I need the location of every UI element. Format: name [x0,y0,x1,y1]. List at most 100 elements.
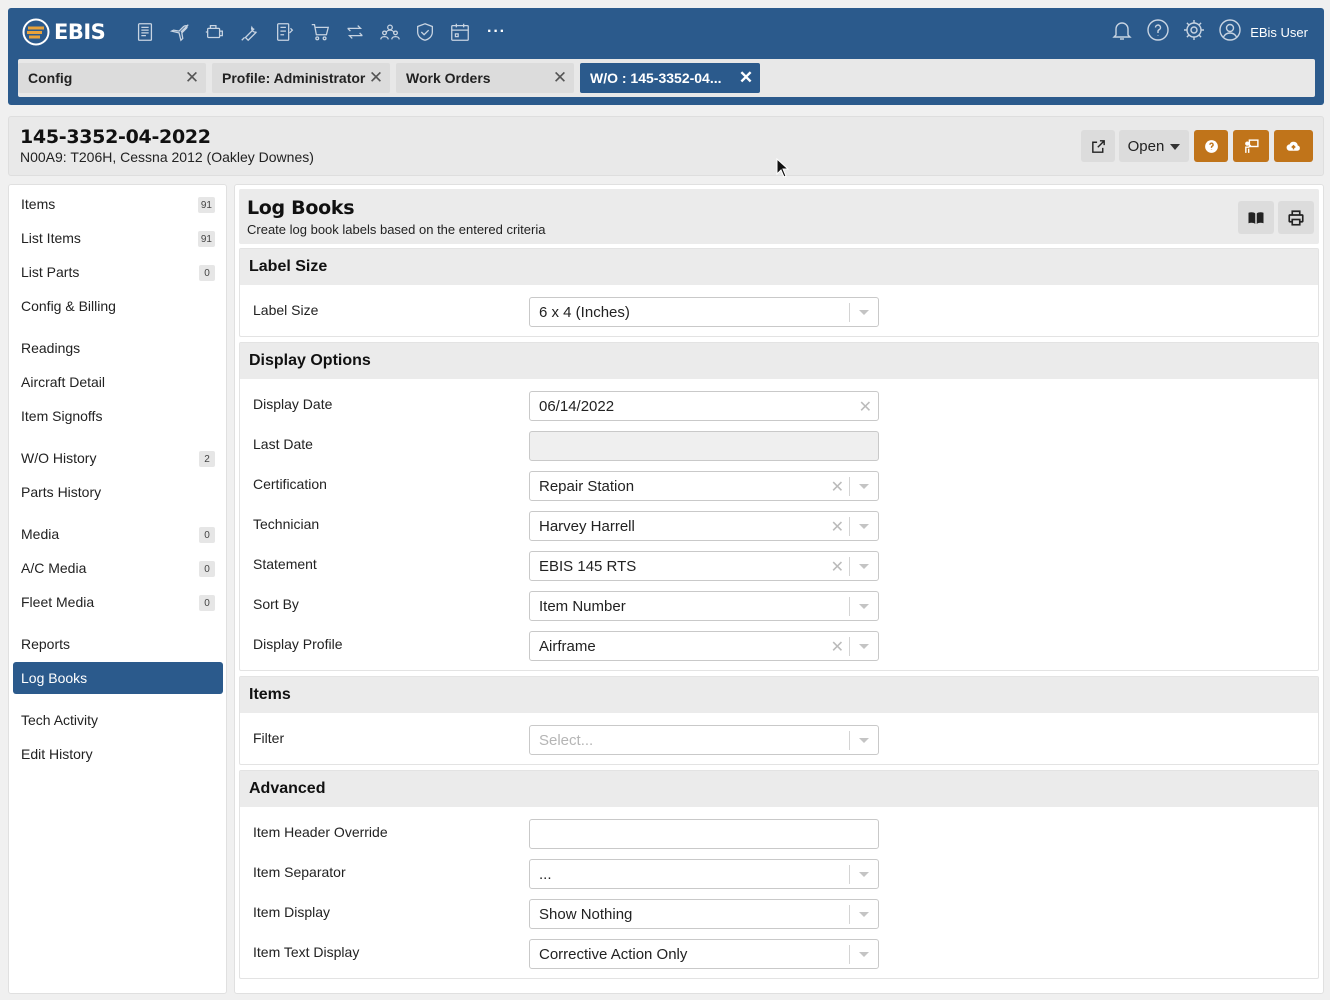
select-value: Repair Station [539,478,635,495]
select-separator [849,557,850,576]
clear-icon[interactable]: ✕ [831,517,844,537]
gear-icon[interactable] [1182,18,1206,47]
assign-button[interactable] [1233,130,1269,162]
sidebar-item-label: Aircraft Detail [21,374,106,390]
ebis-logo[interactable]: EBIS [22,18,106,46]
display-profile-select[interactable]: Airframe ✕ [529,631,879,661]
ebis-logo-icon [22,18,50,46]
close-icon[interactable]: ✕ [552,68,568,87]
statement-select[interactable]: EBIS 145 RTS ✕ [529,551,879,581]
field-item-header-override: Item Header Override [240,814,1318,854]
sidebar-item-aircraft-detail[interactable]: Aircraft Detail [13,366,223,398]
dropdown-arrow-icon[interactable] [859,604,869,609]
sidebar-item-edit-history[interactable]: Edit History [13,738,223,770]
dropdown-arrow-icon[interactable] [859,484,869,489]
dropdown-arrow-icon[interactable] [859,952,869,957]
panel-title: Log Books [247,197,355,219]
clear-icon[interactable]: ✕ [831,477,844,497]
bell-icon[interactable] [1110,18,1134,47]
view-logbook-button[interactable] [1238,201,1274,234]
help-button[interactable] [1194,130,1228,162]
user-area: EBis User [1110,18,1308,46]
item-header-override-input[interactable] [529,819,879,849]
help-icon[interactable] [1146,18,1170,47]
item-text-display-select[interactable]: Corrective Action Only [529,939,879,969]
sidebar-item-parts-history[interactable]: Parts History [13,476,223,508]
sidebar-item-config-billing[interactable]: Config & Billing [13,290,223,322]
dropdown-arrow-icon[interactable] [859,524,869,529]
sidebar-item-readings[interactable]: Readings [13,332,223,364]
section-title: Advanced [240,771,1318,807]
dropdown-arrow-icon[interactable] [859,912,869,917]
tab-work-order-detail[interactable]: W/O : 145-3352-04... ✕ [580,63,760,93]
cart-icon[interactable] [307,20,332,45]
work-order-subtitle: N00A9: T206H, Cessna 2012 (Oakley Downes… [20,149,314,165]
panel-subtitle: Create log book labels based on the ente… [247,222,546,237]
field-display-profile: Display Profile Airframe ✕ [240,626,1318,666]
select-value: EBIS 145 RTS [539,558,637,575]
dropdown-arrow-icon[interactable] [859,872,869,877]
dropdown-arrow-icon[interactable] [859,564,869,569]
count-badge: 2 [199,451,215,467]
display-date-input[interactable]: 06/14/2022 ✕ [529,391,879,421]
sidebar-item-label: Log Books [21,670,88,686]
checklist-icon[interactable] [272,20,297,45]
close-icon[interactable]: ✕ [368,68,384,87]
close-icon[interactable]: ✕ [184,68,200,87]
field-label: Item Separator [253,864,346,880]
filter-select[interactable]: Select... [529,725,879,755]
sidebar-item-log-books[interactable]: Log Books [13,662,223,694]
dropdown-arrow-icon[interactable] [859,738,869,743]
airplane-icon[interactable] [167,20,192,45]
document-icon[interactable] [132,20,157,45]
status-dropdown-button[interactable]: Open [1119,130,1189,162]
select-separator [849,477,850,496]
sidebar-item-list-parts[interactable]: List Parts 0 [13,256,223,288]
field-label: Item Header Override [253,824,388,840]
select-placeholder: Select... [539,732,594,749]
certification-select[interactable]: Repair Station ✕ [529,471,879,501]
users-icon[interactable] [377,20,402,45]
tab-work-orders[interactable]: Work Orders ✕ [396,63,574,93]
sidebar-item-ac-media[interactable]: A/C Media 0 [13,552,223,584]
item-display-select[interactable]: Show Nothing [529,899,879,929]
sidebar-item-fleet-media[interactable]: Fleet Media 0 [13,586,223,618]
sidebar-item-media[interactable]: Media 0 [13,518,223,550]
sidebar-item-reports[interactable]: Reports [13,628,223,660]
close-icon[interactable]: ✕ [738,68,754,87]
engine-icon[interactable] [202,20,227,45]
sidebar-item-label: Reports [21,636,71,652]
calendar-icon[interactable] [447,20,472,45]
shield-icon[interactable] [412,20,437,45]
count-badge: 91 [197,197,215,213]
field-label: Display Profile [253,636,343,652]
input-value: 06/14/2022 [539,398,615,415]
technician-select[interactable]: Harvey Harrell ✕ [529,511,879,541]
transfer-icon[interactable] [342,20,367,45]
open-external-button[interactable] [1081,130,1115,162]
sidebar-item-list-items[interactable]: List Items 91 [13,222,223,254]
tab-config[interactable]: Config ✕ [18,63,206,93]
clear-icon[interactable]: ✕ [831,557,844,577]
sidebar-item-label: Config & Billing [21,298,116,314]
sort-by-select[interactable]: Item Number [529,591,879,621]
cloud-upload-button[interactable] [1274,130,1313,162]
dropdown-arrow-icon[interactable] [859,644,869,649]
clear-icon[interactable]: ✕ [831,637,844,657]
user-name[interactable]: EBis User [1250,25,1308,40]
field-label: Item Text Display [253,944,360,960]
sidebar-item-items[interactable]: Items 91 [13,188,223,220]
sidebar-item-tech-activity[interactable]: Tech Activity [13,704,223,736]
label-size-select[interactable]: 6 x 4 (Inches) [529,297,879,327]
dropdown-arrow-icon[interactable] [859,310,869,315]
sidebar-item-wo-history[interactable]: W/O History 2 [13,442,223,474]
more-icon[interactable]: ··· [484,20,509,45]
print-button[interactable] [1278,201,1314,234]
tab-profile-administrator[interactable]: Profile: Administrator ✕ [212,63,390,93]
item-separator-select[interactable]: ... [529,859,879,889]
wrench-icon[interactable] [237,20,262,45]
field-label: Technician [253,516,320,532]
user-avatar-icon[interactable] [1218,18,1242,47]
sidebar-item-item-signoffs[interactable]: Item Signoffs [13,400,223,432]
clear-icon[interactable]: ✕ [859,397,872,417]
